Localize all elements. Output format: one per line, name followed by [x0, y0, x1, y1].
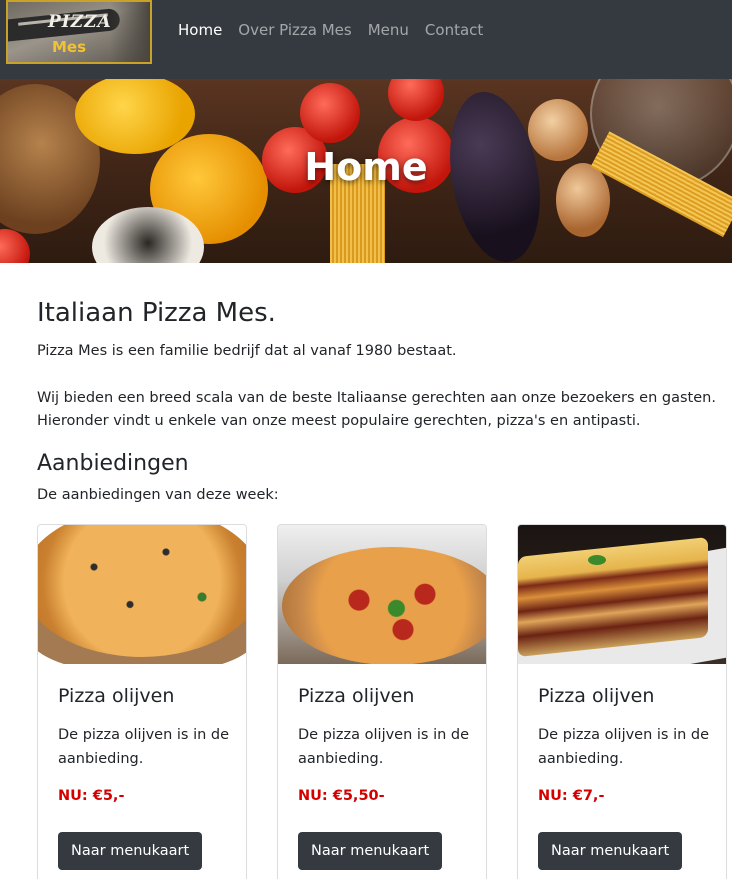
logo-text-pizza: PIZZA: [48, 12, 112, 32]
pizza-mes-logo[interactable]: PIZZA Mes: [6, 0, 152, 64]
hero-banner: Home: [0, 79, 732, 263]
tomato-image: [388, 79, 444, 121]
card-text: De pizza olijven is in de aanbieding.: [538, 727, 710, 767]
offers-heading: Aanbiedingen: [37, 451, 189, 476]
nav-link-home[interactable]: Home: [178, 21, 222, 39]
card-text: De pizza olijven is in de aanbieding.: [298, 727, 470, 767]
naar-menukaart-button[interactable]: Naar menukaart: [538, 832, 683, 870]
description-text: Wij bieden een breed scala van de beste …: [37, 387, 716, 433]
tomato-image: [0, 229, 30, 263]
pizza-image: [38, 525, 246, 664]
offers-intro: De aanbiedingen van deze week:: [37, 487, 279, 503]
offer-card: Pizza olijven De pizza olijven is in de …: [37, 524, 247, 879]
card-price: NU: €7,-: [538, 788, 605, 804]
tomato-image: [300, 83, 360, 143]
card-title: Pizza olijven: [538, 685, 655, 707]
card-title: Pizza olijven: [298, 685, 415, 707]
card-price: NU: €5,-: [58, 788, 125, 804]
lasagna-image: [518, 525, 726, 664]
naar-menukaart-button[interactable]: Naar menukaart: [58, 832, 203, 870]
nav-link-over-pizza-mes[interactable]: Over Pizza Mes: [238, 21, 351, 39]
description-line: Hieronder vindt u enkele van onze meest …: [37, 413, 641, 429]
offer-card: Pizza olijven De pizza olijven is in de …: [517, 524, 727, 879]
page-heading: Italiaan Pizza Mes.: [37, 298, 276, 328]
nav-menu: Home Over Pizza Mes Menu Contact: [178, 21, 483, 39]
nav-link-menu[interactable]: Menu: [368, 21, 409, 39]
hero-title: Home: [304, 145, 428, 189]
card-title: Pizza olijven: [58, 685, 175, 707]
naar-menukaart-button[interactable]: Naar menukaart: [298, 832, 443, 870]
logo-text-mes: Mes: [52, 38, 87, 56]
nav-link-contact[interactable]: Contact: [425, 21, 483, 39]
offer-card: Pizza olijven De pizza olijven is in de …: [277, 524, 487, 879]
intro-text: Pizza Mes is een familie bedrijf dat al …: [37, 343, 457, 359]
navbar: PIZZA Mes Home Over Pizza Mes Menu Conta…: [0, 0, 732, 79]
description-line: Wij bieden een breed scala van de beste …: [37, 390, 716, 406]
card-price: NU: €5,50-: [298, 788, 385, 804]
card-text: De pizza olijven is in de aanbieding.: [58, 727, 230, 767]
pizza-image: [278, 525, 486, 664]
